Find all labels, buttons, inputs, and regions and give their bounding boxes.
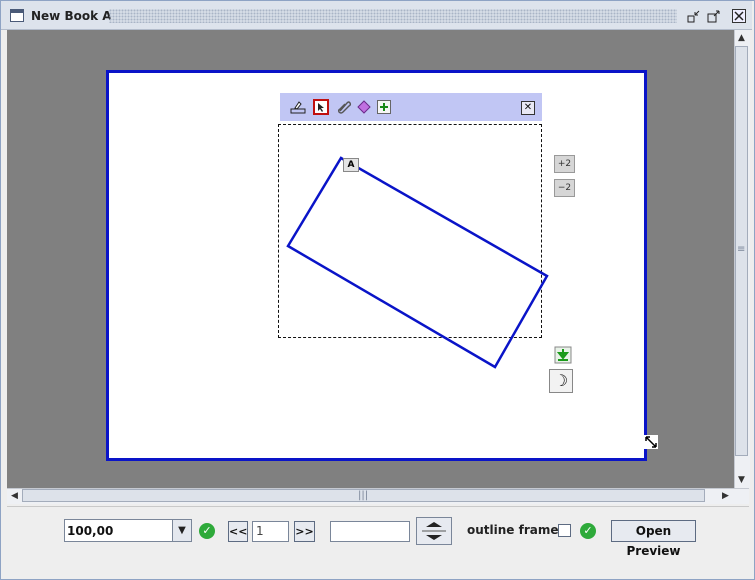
next-page-button[interactable]: >> bbox=[294, 521, 315, 542]
zoom-apply-check-icon[interactable]: ✓ bbox=[199, 523, 215, 539]
value-field[interactable] bbox=[330, 521, 410, 542]
scroll-down-icon[interactable]: ▼ bbox=[734, 473, 749, 488]
previous-page-button[interactable]: << bbox=[228, 521, 248, 542]
scroll-up-icon[interactable]: ▲ bbox=[734, 31, 749, 46]
page-number-field[interactable]: 1 bbox=[252, 521, 289, 542]
spinner-up-icon bbox=[426, 522, 442, 527]
rotated-rectangle bbox=[286, 156, 549, 369]
outline-frames-checkbox[interactable] bbox=[558, 524, 571, 537]
layer-up-button[interactable]: +2 bbox=[554, 155, 575, 173]
horizontal-grip-icon: ||| bbox=[358, 490, 369, 501]
zoom-value: 100,00 bbox=[67, 524, 114, 538]
outline-frames-label: outline frames bbox=[467, 523, 566, 537]
vertical-grip-icon: ≡ bbox=[737, 244, 746, 255]
rotate-button[interactable]: ☽ bbox=[549, 369, 573, 393]
scroll-left-icon[interactable]: ◀ bbox=[7, 489, 22, 504]
open-preview-button[interactable]: Open Preview bbox=[611, 520, 696, 558]
spinner-down-icon bbox=[426, 535, 442, 540]
outline-apply-check-icon[interactable]: ✓ bbox=[580, 523, 596, 539]
shape-text-tag-icon[interactable]: A bbox=[343, 158, 359, 172]
download-arrow-icon[interactable] bbox=[554, 346, 572, 364]
scroll-right-icon[interactable]: ▶ bbox=[718, 489, 733, 504]
value-spinner[interactable] bbox=[416, 517, 452, 545]
chevron-down-icon[interactable]: ▼ bbox=[172, 520, 191, 541]
zoom-combobox[interactable]: 100,00 ▼ bbox=[64, 519, 192, 542]
layer-down-button[interactable]: −2 bbox=[554, 179, 575, 197]
